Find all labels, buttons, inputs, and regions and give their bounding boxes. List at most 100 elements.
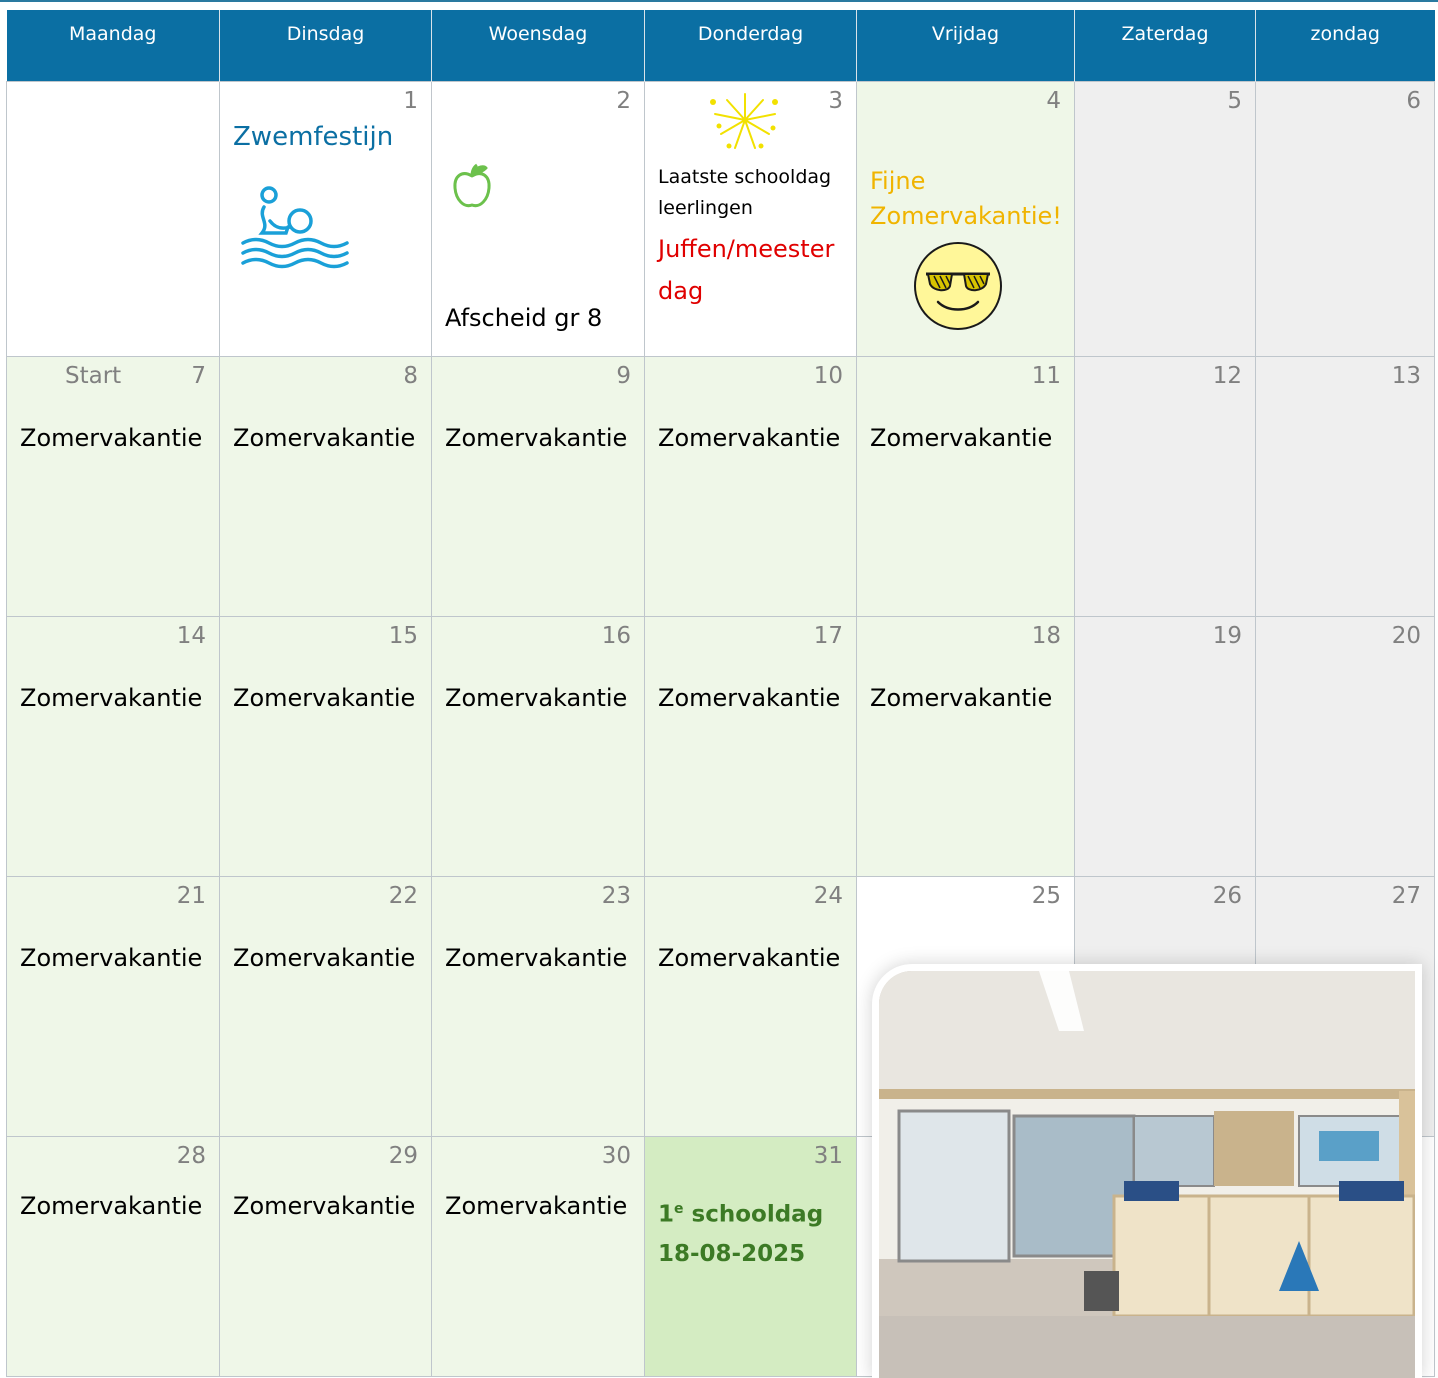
day-number: 23 bbox=[601, 882, 631, 909]
day-cell-9: 9 Zomervakantie bbox=[431, 355, 645, 617]
day-number: 10 bbox=[813, 362, 843, 389]
first-sup: e bbox=[674, 1200, 684, 1217]
day-number: 4 bbox=[1046, 87, 1061, 114]
event-laatste-schooldag: Laatste schooldag leerlingen bbox=[658, 162, 831, 224]
classroom-illustration bbox=[879, 971, 1415, 1378]
day-number: 15 bbox=[388, 622, 418, 649]
fijne-line-2: Zomervakantie! bbox=[870, 201, 1062, 230]
weekday-saturday: Zaterdag bbox=[1074, 10, 1256, 81]
event-first-schooldag: 1e schooldag 18-08-2025 bbox=[658, 1189, 823, 1275]
day-cell-31: 31 1e schooldag 18-08-2025 bbox=[644, 1135, 857, 1377]
day-number: 9 bbox=[616, 362, 631, 389]
weekday-monday: Maandag bbox=[6, 10, 220, 81]
event-zomervakantie: Zomervakantie bbox=[658, 943, 841, 972]
event-zomervakantie: Zomervakantie bbox=[445, 943, 628, 972]
event-zomervakantie: Zomervakantie bbox=[445, 683, 628, 712]
event-zomervakantie: Zomervakantie bbox=[658, 423, 841, 452]
day-number: 31 bbox=[813, 1142, 843, 1169]
week-row: 1 Zwemfestijn 2 Afscheid gr 8 3 Laatste … bbox=[6, 80, 1435, 357]
weekday-friday: Vrijdag bbox=[856, 10, 1075, 81]
fireworks-icon bbox=[710, 92, 778, 149]
day-cell-10: 10 Zomervakantie bbox=[644, 355, 857, 617]
day-number: 16 bbox=[601, 622, 631, 649]
event-zomervakantie: Zomervakantie bbox=[233, 1191, 416, 1220]
day-cell-6: 6 bbox=[1255, 80, 1435, 357]
day-cell-empty bbox=[6, 80, 220, 357]
event-zomervakantie: Zomervakantie bbox=[658, 683, 841, 712]
day-cell-16: 16 Zomervakantie bbox=[431, 615, 645, 877]
day-number: 21 bbox=[176, 882, 206, 909]
classroom-photo bbox=[872, 964, 1422, 1378]
week-row: Start 7 Zomervakantie 8 Zomervakantie 9 … bbox=[6, 355, 1435, 617]
day-cell-1: 1 Zwemfestijn bbox=[219, 80, 432, 357]
event-zomervakantie: Zomervakantie bbox=[445, 423, 628, 452]
weekday-sunday: zondag bbox=[1255, 10, 1435, 81]
event-zomervakantie: Zomervakantie bbox=[870, 423, 1053, 452]
day-cell-12: 12 bbox=[1074, 355, 1256, 617]
day-cell-5: 5 bbox=[1074, 80, 1256, 357]
day-number: 18 bbox=[1031, 622, 1061, 649]
day-cell-24: 24 Zomervakantie bbox=[644, 875, 857, 1137]
weekday-thursday: Donderdag bbox=[644, 10, 857, 81]
day-cell-8: 8 Zomervakantie bbox=[219, 355, 432, 617]
day-cell-17: 17 Zomervakantie bbox=[644, 615, 857, 877]
event-zwemfestijn: Zwemfestijn bbox=[233, 121, 394, 152]
day-cell-11: 11 Zomervakantie bbox=[856, 355, 1075, 617]
event-zomervakantie: Zomervakantie bbox=[20, 943, 203, 972]
day-cell-29: 29 Zomervakantie bbox=[219, 1135, 432, 1377]
event-afscheid: Afscheid gr 8 bbox=[445, 303, 603, 332]
day-cell-4: 4 Fijne Zomervakantie! bbox=[856, 80, 1075, 357]
day-cell-20: 20 bbox=[1255, 615, 1435, 877]
day-cell-23: 23 Zomervakantie bbox=[431, 875, 645, 1137]
day-number: 26 bbox=[1212, 882, 1242, 909]
laatste-line-2: leerlingen bbox=[658, 196, 753, 219]
first-num: 1 bbox=[658, 1201, 675, 1228]
day-cell-7: Start 7 Zomervakantie bbox=[6, 355, 220, 617]
day-cell-19: 19 bbox=[1074, 615, 1256, 877]
day-cell-2: 2 Afscheid gr 8 bbox=[431, 80, 645, 357]
first-date: 18-08-2025 bbox=[658, 1241, 806, 1268]
day-number: 13 bbox=[1391, 362, 1421, 389]
week-row: 14 Zomervakantie 15 Zomervakantie 16 Zom… bbox=[6, 615, 1435, 877]
day-cell-18: 18 Zomervakantie bbox=[856, 615, 1075, 877]
day-number: 17 bbox=[813, 622, 843, 649]
day-number: 22 bbox=[388, 882, 418, 909]
day-cell-13: 13 bbox=[1255, 355, 1435, 617]
day-number: 6 bbox=[1406, 87, 1421, 114]
day-number: 30 bbox=[601, 1142, 631, 1169]
event-zomervakantie: Zomervakantie bbox=[445, 1191, 628, 1220]
juffen-line-2: dag bbox=[658, 276, 704, 305]
day-cell-3: 3 Laatste schooldag leerlingen Juffen/me… bbox=[644, 80, 857, 357]
day-cell-28: 28 Zomervakantie bbox=[6, 1135, 220, 1377]
day-cell-21: 21 Zomervakantie bbox=[6, 875, 220, 1137]
day-number: 25 bbox=[1031, 882, 1061, 909]
day-number: 7 bbox=[191, 362, 206, 389]
day-number: 27 bbox=[1391, 882, 1421, 909]
swimmer-icon bbox=[241, 185, 349, 268]
day-number: 24 bbox=[813, 882, 843, 909]
fijne-line-1: Fijne bbox=[870, 166, 926, 195]
event-zomervakantie: Zomervakantie bbox=[870, 683, 1053, 712]
day-number: 20 bbox=[1391, 622, 1421, 649]
start-label: Start bbox=[65, 362, 122, 389]
event-zomervakantie: Zomervakantie bbox=[20, 1191, 203, 1220]
event-zomervakantie: Zomervakantie bbox=[233, 423, 416, 452]
day-number: 19 bbox=[1212, 622, 1242, 649]
event-zomervakantie: Zomervakantie bbox=[233, 683, 416, 712]
day-number: 8 bbox=[403, 362, 418, 389]
day-cell-14: 14 Zomervakantie bbox=[6, 615, 220, 877]
juffen-line-1: Juffen/meester bbox=[658, 234, 835, 263]
day-number: 14 bbox=[176, 622, 206, 649]
day-cell-15: 15 Zomervakantie bbox=[219, 615, 432, 877]
weekday-tuesday: Dinsdag bbox=[219, 10, 432, 81]
day-cell-30: 30 Zomervakantie bbox=[431, 1135, 645, 1377]
event-zomervakantie: Zomervakantie bbox=[20, 683, 203, 712]
day-number: 29 bbox=[388, 1142, 418, 1169]
day-number: 5 bbox=[1227, 87, 1242, 114]
event-zomervakantie: Zomervakantie bbox=[20, 423, 203, 452]
day-number: 3 bbox=[828, 87, 843, 114]
day-number: 1 bbox=[403, 87, 418, 114]
weekday-wednesday: Woensdag bbox=[431, 10, 645, 81]
day-number: 28 bbox=[176, 1142, 206, 1169]
event-zomervakantie: Zomervakantie bbox=[233, 943, 416, 972]
